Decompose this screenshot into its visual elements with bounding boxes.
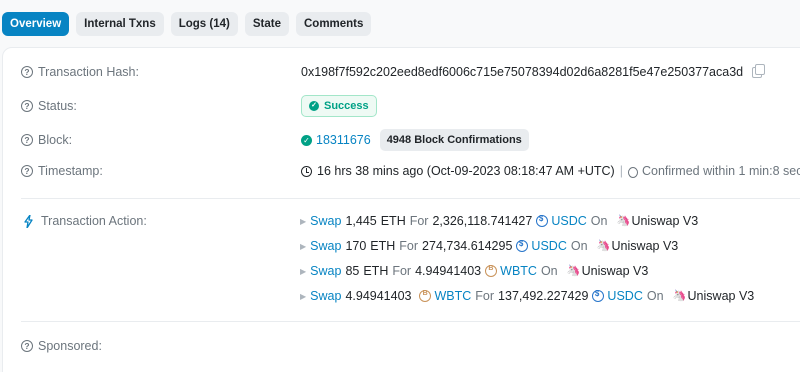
timestamp-separator: | bbox=[619, 164, 623, 178]
tab-comments[interactable]: Comments bbox=[295, 12, 372, 36]
action-line: ▶ Swap 4.94941403 WBTC For 137,492.22742… bbox=[300, 289, 755, 304]
action-label: Transaction Action: bbox=[41, 214, 147, 228]
transaction-hash: 0x198f7f592c202eed8edf6006c715e75078394d… bbox=[301, 65, 744, 79]
amount-out: 137,492.227429 bbox=[498, 289, 589, 303]
swap-link[interactable]: Swap bbox=[310, 289, 341, 303]
sponsored-label-group: ? Sponsored: bbox=[21, 339, 301, 353]
for-text: For bbox=[392, 264, 412, 278]
block-label: Block: bbox=[38, 133, 73, 147]
sponsored-row: ? Sponsored: bbox=[21, 339, 800, 353]
uniswap-unicorn-icon: 🦄 bbox=[672, 290, 687, 302]
on-text: On bbox=[540, 264, 558, 278]
tab-overview[interactable]: Overview bbox=[2, 12, 70, 36]
caret-right-icon: ▶ bbox=[300, 266, 307, 276]
token-in: ETH bbox=[363, 264, 389, 278]
timestamp-label-group: ? Timestamp: bbox=[21, 164, 301, 178]
uniswap-unicorn-icon: 🦄 bbox=[616, 215, 631, 227]
hash-label-group: ? Transaction Hash: bbox=[21, 65, 301, 79]
action-line: ▶ Swap 85 ETH For 4.94941403 WBTC On 🦄 U… bbox=[300, 264, 648, 278]
hash-label: Transaction Hash: bbox=[38, 65, 139, 79]
question-circle-icon[interactable]: ? bbox=[21, 165, 33, 177]
block-label-group: ? Block: bbox=[21, 133, 301, 147]
check-circle-icon: ✓ bbox=[301, 134, 312, 146]
amount-out: 4.94941403 bbox=[415, 264, 482, 278]
status-label-group: ? Status: bbox=[21, 99, 301, 113]
amount-in: 85 bbox=[345, 264, 360, 278]
usdc-token-icon bbox=[592, 289, 605, 302]
dex-name: Uniswap V3 bbox=[687, 289, 755, 303]
for-text: For bbox=[409, 214, 429, 228]
question-circle-icon[interactable]: ? bbox=[21, 66, 33, 78]
swap-link[interactable]: Swap bbox=[310, 239, 341, 253]
divider bbox=[21, 198, 800, 199]
timestamp-confirmed: Confirmed within 1 min:8 secs bbox=[641, 164, 800, 178]
caret-right-icon: ▶ bbox=[300, 241, 307, 251]
usdc-token-icon bbox=[516, 239, 529, 252]
block-number-link[interactable]: 18311676 bbox=[316, 133, 371, 147]
timestamp-label: Timestamp: bbox=[38, 164, 103, 178]
clock-icon bbox=[301, 165, 312, 177]
caret-right-icon: ▶ bbox=[300, 291, 307, 301]
dex-name: Uniswap V3 bbox=[631, 214, 699, 228]
tab-state[interactable]: State bbox=[244, 12, 289, 36]
uniswap-unicorn-icon: 🦄 bbox=[566, 265, 581, 277]
status-badge: ✓ Success bbox=[301, 95, 377, 117]
dex-name: Uniswap V3 bbox=[581, 264, 649, 278]
sponsored-label: Sponsored: bbox=[38, 339, 102, 353]
stopwatch-icon bbox=[627, 166, 638, 178]
tab-internal-txns[interactable]: Internal Txns bbox=[76, 12, 164, 36]
block-confirmations-badge: 4948 Block Confirmations bbox=[379, 129, 529, 151]
action-line: ▶ Swap 170 ETH For 274,734.614295 USDC O… bbox=[300, 239, 679, 254]
token-in: ETH bbox=[370, 239, 396, 253]
check-circle-icon: ✓ bbox=[309, 101, 319, 111]
uniswap-unicorn-icon: 🦄 bbox=[596, 240, 611, 252]
transaction-details-card: ? Transaction Hash: 0x198f7f592c202eed8e… bbox=[2, 47, 800, 372]
action-label-group: Transaction Action: bbox=[21, 214, 301, 228]
on-text: On bbox=[590, 214, 608, 228]
status-row: ? Status: ✓ Success bbox=[21, 95, 800, 117]
swap-link[interactable]: Swap bbox=[310, 264, 341, 278]
token-out-link[interactable]: WBTC bbox=[500, 264, 537, 278]
amount-out: 2,326,118.741427 bbox=[432, 214, 533, 228]
on-text: On bbox=[570, 239, 588, 253]
action-line: ▶ Swap 1,445 ETH For 2,326,118.741427 US… bbox=[300, 214, 699, 229]
block-row: ? Block: ✓ 18311676 4948 Block Confirmat… bbox=[21, 129, 800, 151]
amount-in: 170 bbox=[345, 239, 367, 253]
divider bbox=[21, 321, 800, 322]
token-out-link[interactable]: USDC bbox=[531, 239, 566, 253]
tab-bar: Overview Internal Txns Logs (14) State C… bbox=[2, 12, 372, 36]
timestamp-row: ? Timestamp: 16 hrs 38 mins ago (Oct-09-… bbox=[21, 164, 800, 178]
for-text: For bbox=[475, 289, 495, 303]
amount-out: 274,734.614295 bbox=[422, 239, 513, 253]
swap-link[interactable]: Swap bbox=[310, 214, 341, 228]
amount-in: 1,445 bbox=[345, 214, 377, 228]
lightning-icon bbox=[21, 214, 35, 228]
wbtc-token-icon bbox=[485, 265, 498, 277]
token-out-link[interactable]: USDC bbox=[551, 214, 586, 228]
hash-value-group: 0x198f7f592c202eed8edf6006c715e75078394d… bbox=[301, 63, 766, 79]
status-text: Success bbox=[324, 100, 369, 112]
caret-right-icon: ▶ bbox=[300, 216, 307, 226]
on-text: On bbox=[646, 289, 664, 303]
usdc-token-icon bbox=[536, 214, 549, 227]
question-circle-icon[interactable]: ? bbox=[21, 134, 33, 146]
question-circle-icon[interactable]: ? bbox=[21, 100, 33, 112]
tab-logs[interactable]: Logs (14) bbox=[170, 12, 238, 36]
copy-icon[interactable] bbox=[752, 63, 766, 78]
token-in: ETH bbox=[380, 214, 406, 228]
wbtc-token-icon bbox=[419, 290, 432, 302]
question-circle-icon[interactable]: ? bbox=[21, 340, 33, 352]
amount-in: 4.94941403 bbox=[345, 289, 412, 303]
status-label: Status: bbox=[38, 99, 77, 113]
for-text: For bbox=[399, 239, 419, 253]
dex-name: Uniswap V3 bbox=[611, 239, 679, 253]
hash-row: ? Transaction Hash: 0x198f7f592c202eed8e… bbox=[21, 63, 800, 79]
timestamp-value: 16 hrs 38 mins ago (Oct-09-2023 08:18:47… bbox=[317, 164, 615, 178]
token-out-link[interactable]: USDC bbox=[607, 289, 642, 303]
token-in-link[interactable]: WBTC bbox=[434, 289, 471, 303]
